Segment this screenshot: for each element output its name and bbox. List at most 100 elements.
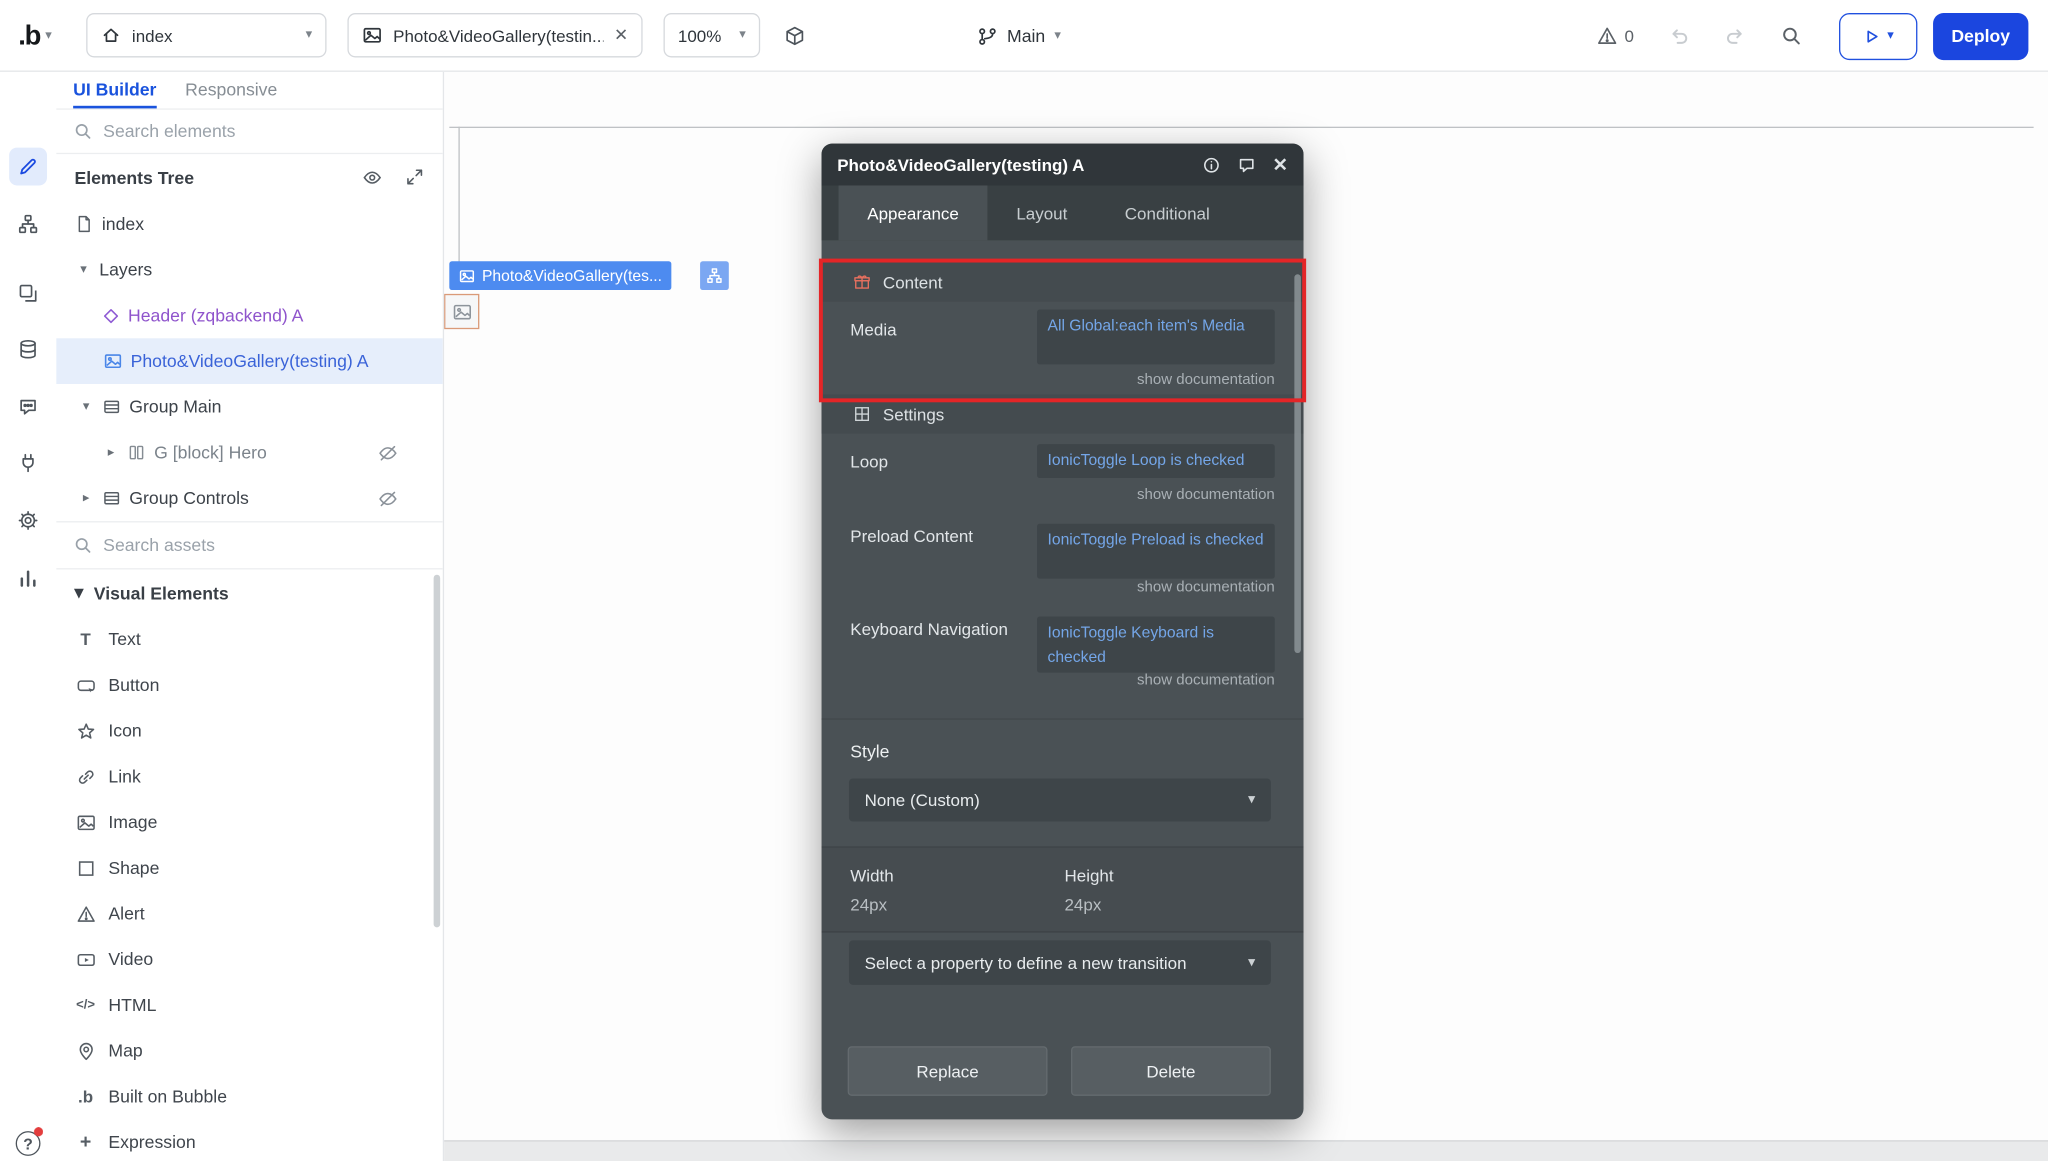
chevron-right-icon[interactable]: ▸ — [103, 445, 119, 459]
element-image[interactable]: Image — [56, 799, 443, 845]
preload-value[interactable]: IonicToggle Preload is checked — [1048, 530, 1264, 548]
selected-element-chip-label: Photo&VideoGallery(tes... — [482, 266, 662, 284]
chevron-down-icon[interactable]: ▾ — [76, 263, 92, 277]
loop-value[interactable]: IonicToggle Loop is checked — [1048, 451, 1245, 469]
comment-icon[interactable] — [1237, 155, 1257, 175]
eye-off-icon[interactable] — [377, 442, 398, 463]
close-icon[interactable]: ✕ — [614, 25, 628, 46]
search-assets-input[interactable] — [103, 536, 377, 556]
media-doc-link[interactable]: show documentation — [1137, 372, 1275, 388]
selected-element-chip[interactable]: Photo&VideoGallery(tes... — [449, 261, 671, 290]
keyboard-value-box[interactable]: IonicToggle Keyboard is checked — [1037, 616, 1275, 672]
image-icon — [458, 267, 475, 284]
search-icon[interactable] — [1780, 25, 1802, 47]
database-icon[interactable] — [9, 330, 47, 368]
element-shape[interactable]: Shape — [56, 845, 443, 891]
settings-gear-icon[interactable] — [9, 502, 47, 540]
popup-scrollbar[interactable] — [1294, 274, 1301, 653]
tab-ui-builder[interactable]: UI Builder — [73, 72, 156, 109]
property-editor-title: Photo&VideoGallery(testing) A — [837, 155, 1084, 175]
panel-scrollbar[interactable] — [434, 575, 441, 928]
design-pencil-icon[interactable] — [9, 148, 47, 186]
tab-conditional[interactable]: Conditional — [1096, 185, 1238, 240]
left-rail: ? — [0, 72, 56, 1161]
property-editor-titlebar[interactable]: Photo&VideoGallery(testing) A ✕ — [822, 144, 1304, 186]
page-top-edge — [449, 127, 2033, 128]
tab-layout[interactable]: Layout — [988, 185, 1096, 240]
frames-icon[interactable] — [9, 274, 47, 312]
media-value-box[interactable]: All Global:each item's Media — [1037, 310, 1275, 365]
element-html[interactable]: </> HTML — [56, 982, 443, 1028]
element-text[interactable]: T Text — [56, 616, 443, 662]
element-built-on-bubble[interactable]: .b Built on Bubble — [56, 1074, 443, 1120]
element-link[interactable]: Link — [56, 754, 443, 800]
element-alert[interactable]: Alert — [56, 891, 443, 937]
tree-item-label: G [block] Hero — [154, 443, 267, 463]
square-icon — [74, 857, 96, 878]
tree-item-label: Group Controls — [129, 488, 249, 508]
zoom-selector[interactable]: 100% ▾ — [664, 13, 761, 57]
preload-value-box[interactable]: IonicToggle Preload is checked — [1037, 524, 1275, 579]
keyboard-doc-link[interactable]: show documentation — [1137, 673, 1275, 689]
close-icon[interactable]: ✕ — [1273, 153, 1288, 175]
chevron-down-icon[interactable]: ▾ — [78, 400, 94, 414]
replace-button[interactable]: Replace — [848, 1046, 1048, 1096]
preview-button[interactable]: ▾ — [1839, 12, 1917, 59]
chevron-down-icon: ▾ — [1054, 29, 1061, 42]
expand-icon[interactable] — [405, 167, 425, 188]
loop-value-box[interactable]: IonicToggle Loop is checked — [1037, 444, 1275, 478]
undo-icon[interactable] — [1668, 25, 1690, 47]
style-dropdown[interactable]: None (Custom) ▾ — [849, 778, 1271, 821]
selected-image-element[interactable] — [444, 294, 479, 329]
media-value[interactable]: All Global:each item's Media — [1048, 316, 1245, 334]
issues-indicator[interactable]: 0 — [1596, 25, 1634, 47]
search-elements-input[interactable] — [103, 121, 377, 141]
element-expression[interactable]: + Expression — [56, 1119, 443, 1161]
deploy-button[interactable]: Deploy — [1933, 12, 2028, 59]
image-icon — [103, 351, 123, 371]
branch-selector[interactable]: Main ▾ — [977, 0, 1061, 72]
component-library-icon[interactable] — [784, 25, 806, 47]
element-video[interactable]: Video — [56, 936, 443, 982]
bubble-logo-menu[interactable]: .b ▾ — [18, 0, 52, 72]
element-map[interactable]: Map — [56, 1028, 443, 1074]
element-selector[interactable]: Photo&VideoGallery(testin... ✕ — [347, 13, 642, 57]
styles-icon[interactable] — [9, 388, 47, 426]
visual-elements-header[interactable]: ▾ Visual Elements — [56, 569, 443, 616]
element-label: Map — [108, 1041, 142, 1061]
tab-appearance[interactable]: Appearance — [839, 185, 988, 240]
keyboard-value[interactable]: IonicToggle Keyboard is checked — [1048, 623, 1214, 666]
tree-item-group-controls[interactable]: ▸ Group Controls — [56, 475, 443, 521]
element-label: Expression — [108, 1132, 195, 1152]
tree-item-header[interactable]: Header (zqbackend) A — [56, 293, 443, 339]
tab-responsive[interactable]: Responsive — [185, 72, 277, 109]
info-icon[interactable] — [1202, 155, 1222, 175]
help-icon[interactable]: ? — [9, 1125, 47, 1161]
tree-item-label: Header (zqbackend) A — [128, 306, 303, 326]
tree-item-layers[interactable]: ▾ Layers — [56, 247, 443, 293]
tree-item-block-hero[interactable]: ▸ G [block] Hero — [56, 430, 443, 476]
element-hierarchy-button[interactable] — [700, 261, 729, 290]
button-icon — [74, 675, 96, 696]
tree-item-photo-video-gallery[interactable]: Photo&VideoGallery(testing) A — [56, 338, 443, 384]
redo-icon[interactable] — [1724, 25, 1746, 47]
page-selector[interactable]: index ▾ — [86, 13, 326, 57]
element-label: Text — [108, 630, 140, 650]
loop-doc-link[interactable]: show documentation — [1137, 487, 1275, 503]
preload-label: Preload Content — [850, 526, 973, 546]
bubble-logo: .b — [18, 20, 40, 51]
plugins-icon[interactable] — [9, 444, 47, 482]
transition-dropdown[interactable]: Select a property to define a new transi… — [849, 940, 1271, 984]
eye-off-icon[interactable] — [377, 488, 398, 509]
chevron-right-icon[interactable]: ▸ — [78, 491, 94, 505]
delete-button[interactable]: Delete — [1071, 1046, 1271, 1096]
element-icon[interactable]: Icon — [56, 708, 443, 754]
tree-item-index[interactable]: index — [56, 201, 443, 247]
workflow-icon[interactable] — [9, 205, 47, 243]
logs-chart-icon[interactable] — [9, 559, 47, 597]
element-button[interactable]: Button — [56, 662, 443, 708]
page-selector-value: index — [132, 25, 173, 45]
eye-icon[interactable] — [362, 167, 383, 188]
preload-doc-link[interactable]: show documentation — [1137, 580, 1275, 596]
tree-item-group-main[interactable]: ▾ Group Main — [56, 384, 443, 430]
